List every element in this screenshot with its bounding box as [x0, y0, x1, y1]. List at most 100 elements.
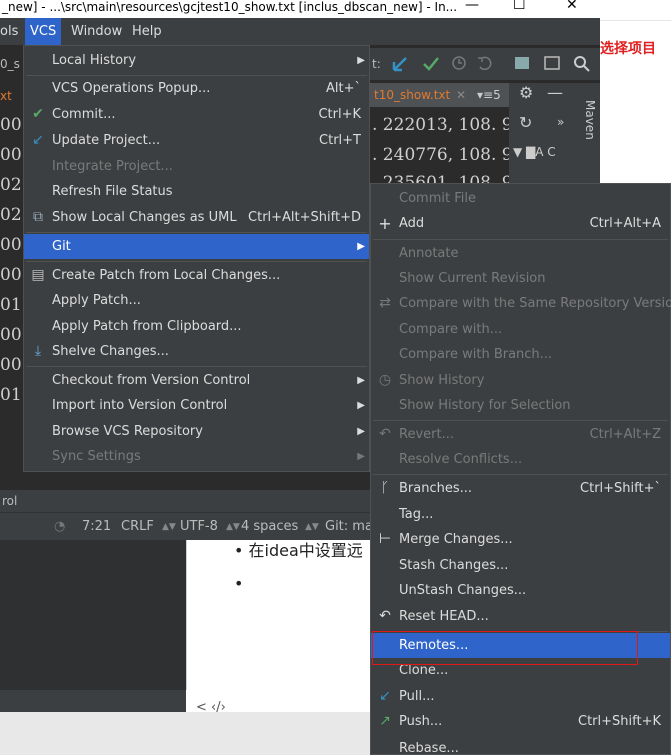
- menu-window[interactable]: Window: [66, 18, 127, 45]
- rollback-icon[interactable]: [478, 56, 492, 71]
- maven-tool-window[interactable]: Maven: [575, 85, 597, 155]
- minimize-panel-icon[interactable]: —: [547, 83, 563, 102]
- menu-item-merge-changes[interactable]: ⊢ Merge Changes...: [371, 527, 670, 552]
- refresh-icon[interactable]: ↻: [519, 113, 532, 132]
- git-branch[interactable]: Git: mas: [325, 513, 370, 540]
- more-icon[interactable]: »: [557, 115, 564, 129]
- menu-item-push[interactable]: ↗ Push... Ctrl+Shift+K: [371, 709, 670, 734]
- menu-item-local-history[interactable]: Local History ▶: [24, 48, 369, 73]
- menu-item-apply-patch[interactable]: Apply Patch...: [24, 288, 369, 313]
- gutter-number: 02: [0, 175, 22, 195]
- code-toggle-icon[interactable]: < ‹/›: [196, 700, 226, 715]
- menu-item-refresh-file-status[interactable]: Refresh File Status: [24, 179, 369, 204]
- push-arrow-icon: ↗: [379, 713, 391, 729]
- annotation-highlight-box: [372, 631, 638, 665]
- close-button[interactable]: ✕: [566, 0, 578, 12]
- gutter-number: 00: [0, 325, 22, 345]
- menu-item-integrate-project[interactable]: Integrate Project...: [24, 154, 369, 179]
- menu-tools[interactable]: ols: [0, 18, 23, 45]
- menu-item-shelve-changes[interactable]: ⤓ Shelve Changes...: [24, 339, 369, 364]
- maximize-button[interactable]: ☐: [513, 0, 526, 12]
- menu-item-sync-settings[interactable]: Sync Settings ▶: [24, 444, 369, 469]
- editor-code-line: . 240776, 108. 9: [372, 145, 513, 165]
- gear-icon[interactable]: ⚙: [519, 83, 533, 102]
- menu-item-compare-same-repo[interactable]: ⇄ Compare with the Same Repository Versi…: [371, 291, 671, 316]
- menu-separator: [26, 366, 367, 367]
- menu-item-rebase[interactable]: Rebase...: [371, 736, 670, 755]
- project-structure-icon[interactable]: [515, 57, 529, 69]
- tool-window-label[interactable]: rol: [2, 494, 17, 508]
- red-heading-text: 选择项目: [600, 41, 656, 57]
- minimize-button[interactable]: —: [465, 0, 479, 12]
- gutter-number: 00: [0, 265, 22, 285]
- menu-item-git[interactable]: Git ▶: [24, 234, 369, 259]
- indent-setting[interactable]: 4 spaces: [241, 513, 298, 540]
- menu-item-compare-with[interactable]: Compare with...: [371, 317, 670, 342]
- menu-item-unstash-changes[interactable]: UnStash Changes...: [371, 578, 670, 603]
- update-project-icon[interactable]: [392, 57, 407, 72]
- menu-item-commit-file[interactable]: Commit File: [371, 186, 670, 211]
- menu-item-show-local-changes-uml[interactable]: ⧉ Show Local Changes as UML Ctrl+Alt+Shi…: [24, 205, 369, 230]
- menu-item-commit[interactable]: ✔ Commit... Ctrl+K: [24, 102, 369, 127]
- menu-separator: [373, 420, 668, 421]
- bullet-text: • 在idea中设置远: [234, 541, 363, 560]
- toolbar-icons: t:: [372, 56, 590, 72]
- menu-item-revert[interactable]: ↶ Revert... Ctrl+Alt+Z: [371, 422, 670, 447]
- menu-item-create-patch[interactable]: ▤ Create Patch from Local Changes...: [24, 263, 369, 288]
- gutter-number: 00: [0, 235, 22, 255]
- menu-item-annotate[interactable]: Annotate: [371, 241, 670, 266]
- menu-item-add[interactable]: + Add Ctrl+Alt+A: [371, 211, 670, 236]
- tree-node-icon[interactable]: ▼ ▇A C: [513, 145, 556, 159]
- menu-item-checkout-vcs[interactable]: Checkout from Version Control ▶: [24, 368, 369, 393]
- menu-item-browse-vcs[interactable]: Browse VCS Repository ▶: [24, 419, 369, 444]
- menu-separator: [26, 232, 367, 233]
- maven-label: Maven: [583, 100, 597, 140]
- footer-area: [0, 712, 370, 755]
- menu-separator: [26, 261, 367, 262]
- menu-item-branches[interactable]: ᚴ Branches... Ctrl+Shift+`: [371, 476, 670, 501]
- tab-list-icon[interactable]: ▾≡5: [477, 83, 501, 107]
- menu-item-resolve-conflicts[interactable]: Resolve Conflicts...: [371, 447, 670, 472]
- commit-icon[interactable]: [423, 57, 439, 71]
- search-icon[interactable]: [574, 56, 586, 68]
- submenu-arrow-icon: ▶: [357, 375, 365, 386]
- menu-item-show-history[interactable]: ◷ Show History: [371, 368, 670, 393]
- clock-icon: ◷: [378, 372, 392, 388]
- menu-item-reset-head[interactable]: ↶ Reset HEAD...: [371, 604, 670, 629]
- shelve-icon: ⤓: [34, 343, 42, 359]
- editor-tab-left[interactable]: 0_s: [0, 57, 20, 71]
- git-submenu: Commit File + Add Ctrl+Alt+A Annotate Sh…: [370, 183, 671, 755]
- window-title-bar: _new] - ...\src\main\resources\gcjtest10…: [0, 0, 600, 18]
- submenu-arrow-icon: ▶: [357, 426, 365, 437]
- menu-item-vcs-operations-popup[interactable]: VCS Operations Popup... Alt+`: [24, 76, 369, 101]
- editor-tab-left-2[interactable]: xt: [0, 89, 12, 103]
- caret-position[interactable]: 7:21: [82, 513, 111, 540]
- close-tab-icon[interactable]: ✕: [456, 83, 466, 107]
- update-arrow-icon: ↙: [32, 132, 44, 148]
- undo-icon: ↶: [379, 608, 391, 624]
- status-indicator-icon[interactable]: ◔: [54, 513, 65, 540]
- patch-file-icon: ▤: [31, 267, 45, 283]
- menu-item-show-current-revision[interactable]: Show Current Revision: [371, 266, 670, 291]
- line-separator[interactable]: CRLF: [121, 513, 154, 540]
- browser-background: 选择项目: [600, 0, 671, 183]
- submenu-arrow-icon: ▶: [357, 451, 365, 462]
- menu-item-update-project[interactable]: ↙ Update Project... Ctrl+T: [24, 128, 369, 153]
- menu-help[interactable]: Help: [127, 18, 167, 45]
- menu-item-pull[interactable]: ↙ Pull...: [371, 684, 670, 709]
- file-encoding[interactable]: UTF-8: [180, 513, 218, 540]
- menu-item-stash-changes[interactable]: Stash Changes...: [371, 553, 670, 578]
- menu-item-import-vcs[interactable]: Import into Version Control ▶: [24, 393, 369, 418]
- gutter-number: 01: [0, 295, 22, 315]
- menu-vcs[interactable]: VCS: [25, 18, 62, 45]
- menu-item-apply-patch-clipboard[interactable]: Apply Patch from Clipboard...: [24, 314, 369, 339]
- gutter-number: 00: [0, 145, 22, 165]
- submenu-arrow-icon: ▶: [357, 400, 365, 411]
- editor-tab[interactable]: t10_show.txt ✕ ▾≡5: [370, 83, 510, 107]
- window-title: _new] - ...\src\main\resources\gcjtest10…: [2, 0, 458, 14]
- menu-item-tag[interactable]: Tag...: [371, 502, 670, 527]
- compare-icon: ⇄: [379, 295, 391, 311]
- terminal-icon[interactable]: [544, 56, 560, 70]
- menu-item-compare-branch[interactable]: Compare with Branch...: [371, 342, 670, 367]
- menu-item-show-history-selection[interactable]: Show History for Selection: [371, 393, 670, 418]
